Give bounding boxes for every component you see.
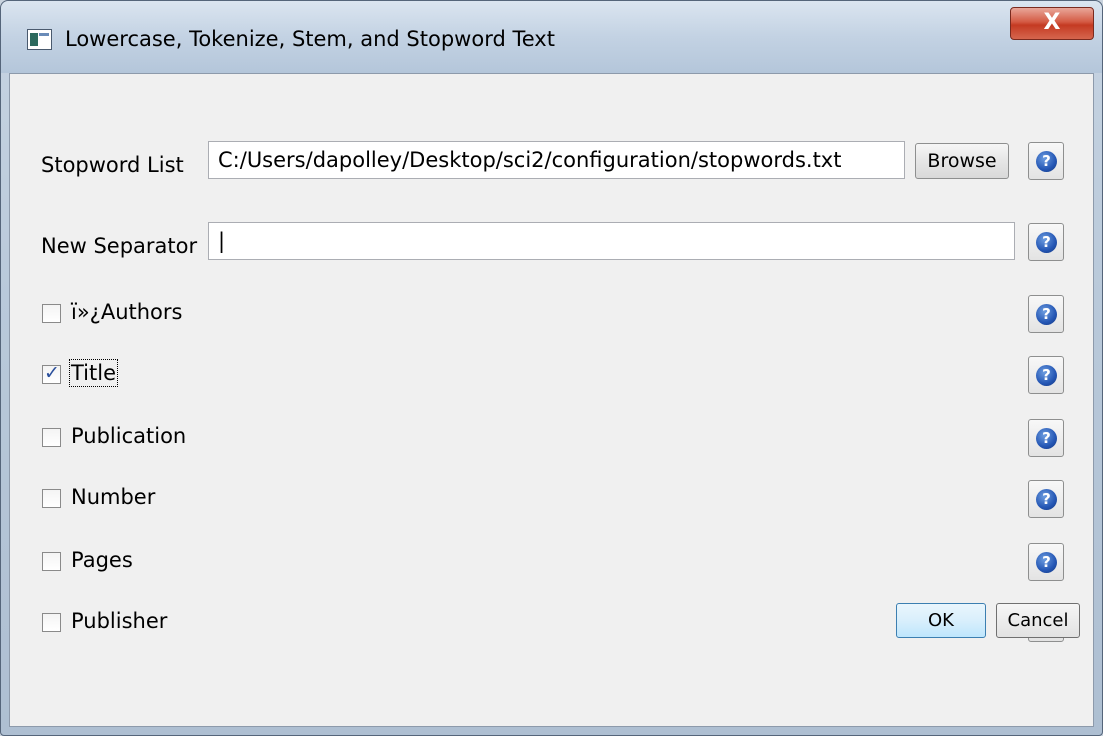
pages-label: Pages xyxy=(71,548,133,572)
ok-button[interactable]: OK xyxy=(896,603,986,638)
help-icon: ? xyxy=(1036,232,1057,253)
new-separator-input[interactable]: | xyxy=(208,222,1015,260)
pages-help-button[interactable]: ? xyxy=(1028,543,1064,581)
number-help-button[interactable]: ? xyxy=(1028,480,1064,518)
authors-help-button[interactable]: ? xyxy=(1028,295,1064,333)
publication-checkbox[interactable] xyxy=(42,428,61,447)
number-checkbox[interactable] xyxy=(42,489,61,508)
help-icon: ? xyxy=(1036,428,1057,449)
title-label: Title xyxy=(68,359,119,387)
app-window-icon xyxy=(27,29,52,50)
cancel-button[interactable]: Cancel xyxy=(996,603,1080,638)
close-button[interactable]: X xyxy=(1010,7,1094,40)
help-icon: ? xyxy=(1036,365,1057,386)
new-separator-label: New Separator xyxy=(41,234,198,258)
publication-help-button[interactable]: ? xyxy=(1028,419,1064,457)
stopword-list-input[interactable]: C:/Users/dapolley/Desktop/sci2/configura… xyxy=(208,141,905,179)
authors-checkbox[interactable] xyxy=(42,304,61,323)
title-help-button[interactable]: ? xyxy=(1028,356,1064,394)
dialog-body: Stopword List C:/Users/dapolley/Desktop/… xyxy=(9,73,1094,727)
publication-label: Publication xyxy=(71,424,187,448)
publisher-label: Publisher xyxy=(71,609,168,633)
browse-button[interactable]: Browse xyxy=(915,143,1009,179)
stopword-list-help-button[interactable]: ? xyxy=(1028,142,1064,180)
close-icon: X xyxy=(1043,10,1061,35)
help-icon: ? xyxy=(1036,304,1057,325)
authors-label: ï»¿Authors xyxy=(71,300,183,324)
help-icon: ? xyxy=(1036,151,1057,172)
dialog-window: Lowercase, Tokenize, Stem, and Stopword … xyxy=(0,0,1103,736)
title-checkbox[interactable] xyxy=(42,362,61,384)
stopword-list-label: Stopword List xyxy=(41,153,184,177)
new-separator-help-button[interactable]: ? xyxy=(1028,223,1064,261)
help-icon: ? xyxy=(1036,552,1057,573)
pages-checkbox[interactable] xyxy=(42,552,61,571)
help-icon: ? xyxy=(1036,489,1057,510)
publisher-checkbox[interactable] xyxy=(42,613,61,632)
window-title: Lowercase, Tokenize, Stem, and Stopword … xyxy=(65,27,555,51)
title-bar[interactable]: Lowercase, Tokenize, Stem, and Stopword … xyxy=(1,1,1102,73)
number-label: Number xyxy=(71,485,156,509)
